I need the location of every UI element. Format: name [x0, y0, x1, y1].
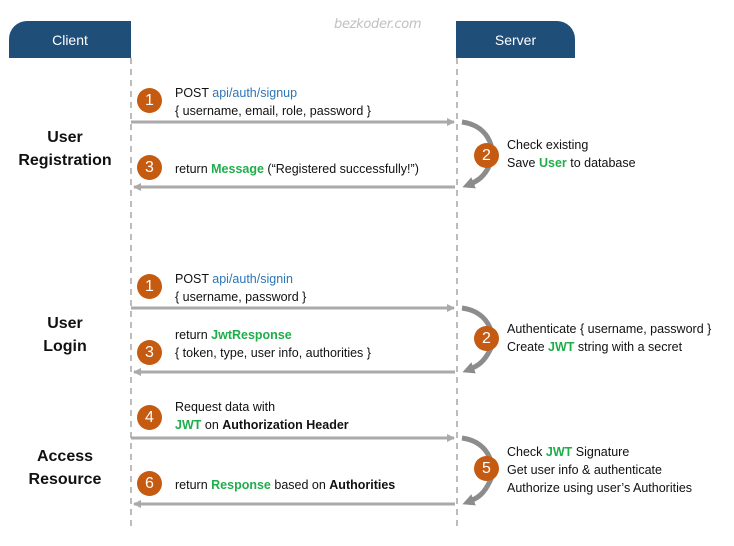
request-line: POST api/auth/signin	[175, 270, 306, 288]
section-label-line: User	[47, 315, 83, 332]
text-run: return	[175, 328, 212, 342]
step-badge: 6	[137, 471, 162, 496]
step-badge: 3	[137, 340, 162, 365]
section-label: User Login	[0, 312, 130, 358]
request-line: JWT on Authorization Header	[175, 416, 349, 434]
response-line: return Message (“Registered successfully…	[175, 160, 419, 178]
server-action-line: Get user info & authenticate	[507, 461, 692, 479]
server-action-line: Save User to database	[507, 154, 636, 172]
text-run: Authorize using user’s Authorities	[507, 481, 693, 495]
request-line: { username, password }	[175, 288, 306, 306]
text-run: Save	[507, 156, 539, 170]
text-run: { token, type, user info, authorities }	[175, 346, 371, 360]
text-run: { username, email, role, password }	[175, 104, 371, 118]
step-badge: 4	[137, 405, 162, 430]
server-action-line: Check JWT Signature	[507, 443, 692, 461]
text-run: JWT	[545, 445, 573, 459]
text-run: JwtResponse	[211, 328, 292, 342]
response-line: { token, type, user info, authorities }	[175, 344, 371, 362]
text-run: Authorization Header	[222, 418, 349, 432]
server-action: Check JWT Signature Get user info & authe…	[507, 443, 692, 497]
server-action-line: Authorize using user’s Authorities	[507, 479, 692, 497]
section-label-line: Login	[43, 338, 87, 355]
text-run: POST	[175, 272, 213, 286]
server-action-line: Check existing	[507, 136, 636, 154]
response-message: return Response based on Authorities	[175, 476, 395, 494]
section-label-line: Access	[36, 448, 94, 465]
server-action: Check existing Save User to database	[507, 136, 636, 172]
step-badge: 2	[474, 143, 499, 168]
text-run: on	[201, 418, 223, 432]
text-run: Get user info & authenticate	[507, 463, 662, 477]
request-message: POST api/auth/signin { username, password…	[175, 270, 306, 306]
text-run: { username, password }	[175, 290, 307, 304]
text-run: Authenticate { username, password }	[507, 322, 712, 336]
server-action-line: Authenticate { username, password }	[507, 320, 711, 338]
server-action-line: Create JWT string with a secret	[507, 338, 711, 356]
text-run: Check existing	[507, 138, 589, 152]
text-run: Create	[507, 340, 548, 354]
request-line: { username, email, role, password }	[175, 102, 371, 120]
text-run: api/auth/signin	[212, 272, 293, 286]
section-label: User Registration	[0, 126, 130, 172]
request-message: POST api/auth/signup { username, email, r…	[175, 84, 371, 120]
text-run: return	[175, 162, 212, 176]
section-label: Access Resource	[0, 445, 130, 491]
step-badge: 1	[137, 88, 162, 113]
step-badge: 2	[474, 326, 499, 351]
step-badge: 3	[137, 155, 162, 180]
section-label-line: Registration	[18, 152, 112, 169]
text-run: string with a secret	[574, 340, 683, 354]
text-run: JWT	[175, 418, 202, 432]
step-badge: 5	[474, 456, 499, 481]
text-run: api/auth/signup	[212, 86, 298, 100]
step-badge: 1	[137, 274, 162, 299]
request-line: Request data with	[175, 398, 349, 416]
section-label-line: Resource	[28, 471, 102, 488]
text-run: Signature	[572, 445, 630, 459]
text-run: JWT	[548, 340, 575, 354]
text-run: Request data with	[175, 400, 276, 414]
response-line: return Response based on Authorities	[175, 476, 395, 494]
text-run: Check	[507, 445, 546, 459]
text-run: User	[538, 156, 567, 170]
response-message: return Message (“Registered successfully…	[175, 160, 419, 178]
text-run: based on	[270, 478, 330, 492]
text-run: return	[175, 478, 212, 492]
text-run: POST	[175, 86, 213, 100]
response-message: return JwtResponse { token, type, user in…	[175, 326, 371, 362]
text-run: (“Registered successfully!”)	[263, 162, 419, 176]
response-line: return JwtResponse	[175, 326, 371, 344]
section-label-line: User	[47, 129, 83, 146]
request-message: Request data with JWT on Authorization He…	[175, 398, 349, 434]
request-line: POST api/auth/signup	[175, 84, 371, 102]
server-action: Authenticate { username, password } Creat…	[507, 320, 711, 356]
text-run: Authorities	[329, 478, 396, 492]
text-run: to database	[566, 156, 636, 170]
text-run: Response	[211, 478, 271, 492]
text-run: Message	[211, 162, 264, 176]
